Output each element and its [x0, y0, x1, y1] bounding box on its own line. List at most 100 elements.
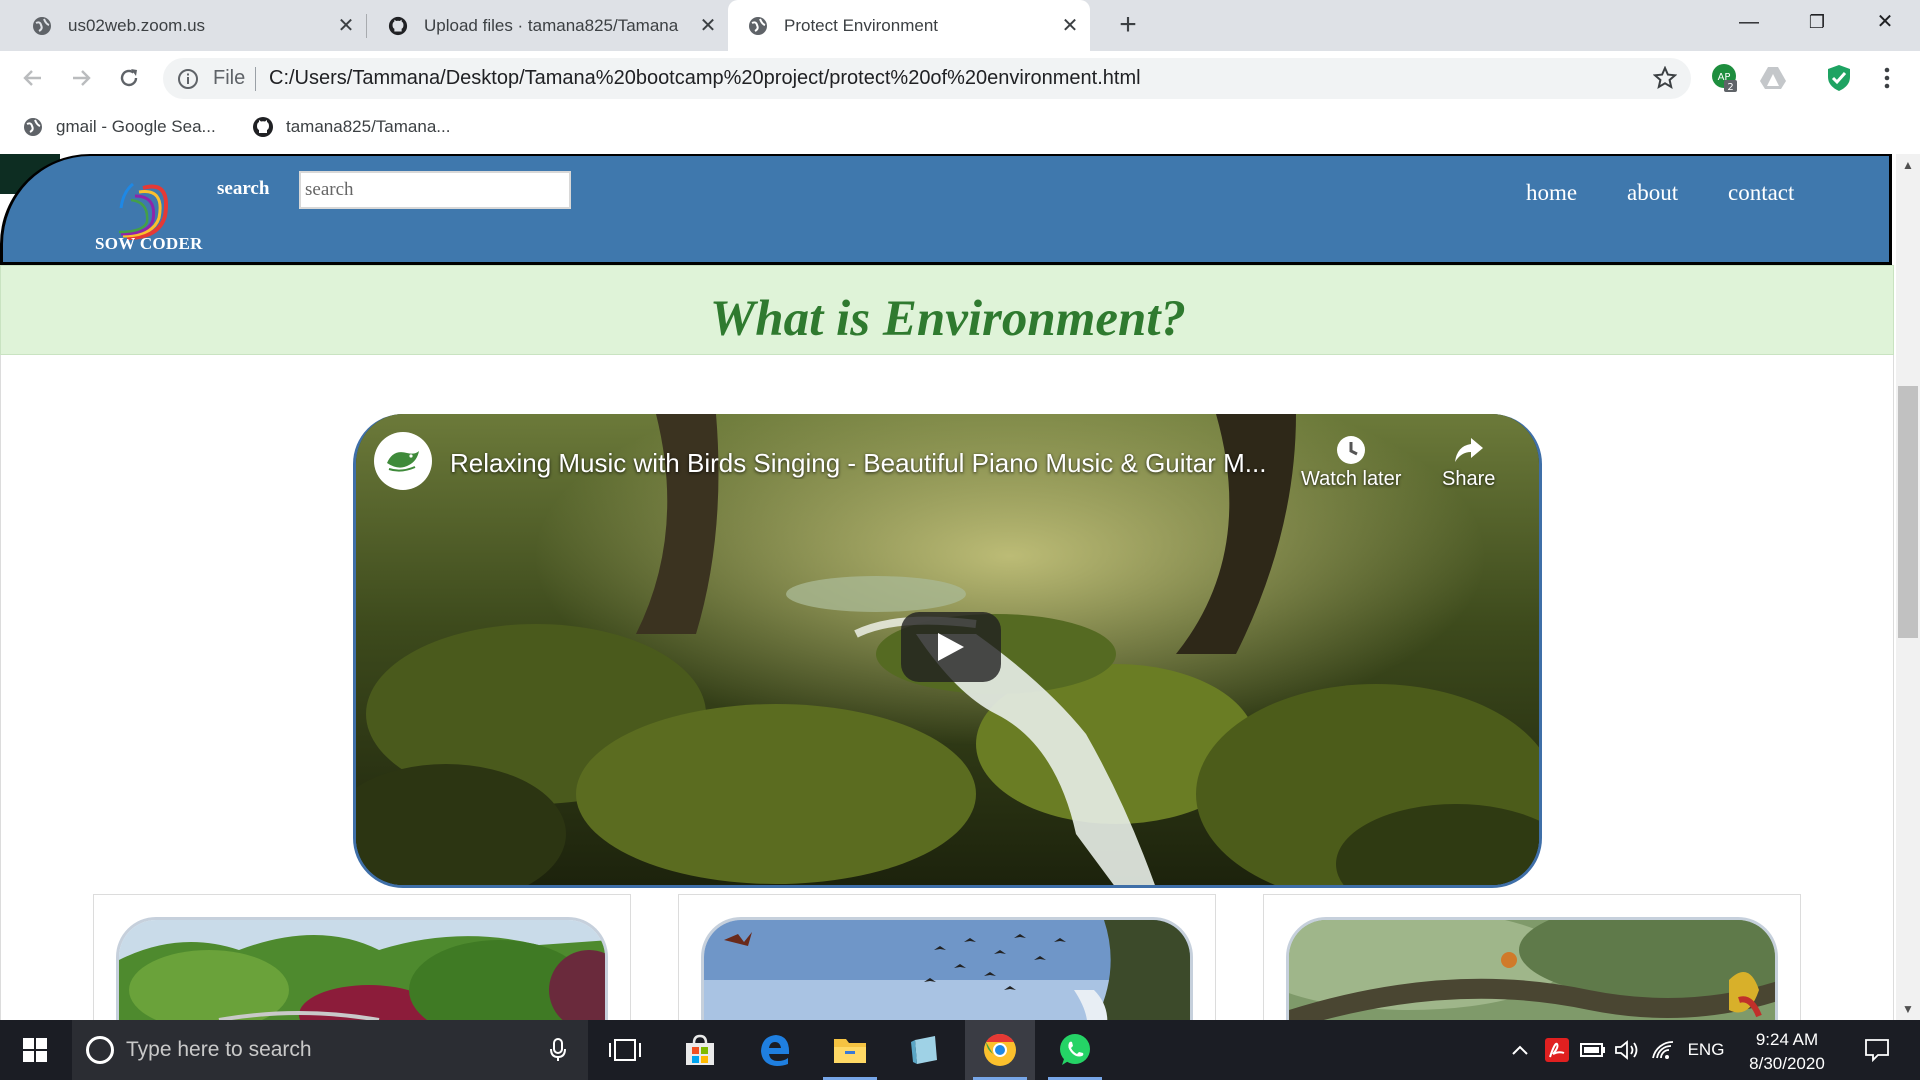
close-tab-icon[interactable]: ✕ — [332, 13, 360, 38]
microphone-icon[interactable] — [550, 1038, 566, 1067]
reload-button[interactable] — [112, 61, 146, 95]
tab-protect-environment[interactable]: Protect Environment ✕ — [728, 0, 1090, 51]
store-icon — [686, 1034, 714, 1065]
nav-contact-link[interactable]: contact — [1728, 180, 1794, 206]
extension-ap-button[interactable]: AP 2 — [1710, 63, 1740, 93]
whatsapp-icon — [1060, 1034, 1090, 1065]
speaker-icon — [1615, 1040, 1638, 1060]
browser-toolbar: File C:/Users/Tammana/Desktop/Tamana%20b… — [0, 51, 1920, 106]
content-border — [0, 355, 1, 1020]
garden-image — [116, 917, 608, 1020]
notification-icon — [1865, 1039, 1889, 1062]
forward-button[interactable] — [64, 61, 98, 95]
play-button[interactable] — [901, 612, 1001, 682]
channel-avatar[interactable] — [374, 432, 432, 490]
embedded-video[interactable]: Relaxing Music with Birds Singing - Beau… — [353, 414, 1542, 888]
shield-icon — [1828, 65, 1850, 91]
close-tab-icon[interactable]: ✕ — [1056, 13, 1084, 38]
nav-home-link[interactable]: home — [1526, 180, 1577, 206]
extension-shield-button[interactable] — [1824, 63, 1854, 93]
share-icon — [1442, 432, 1495, 468]
bookmark-star-icon[interactable] — [1652, 65, 1678, 95]
notes-app-button[interactable] — [890, 1020, 960, 1080]
acrobat-icon — [1545, 1038, 1569, 1062]
task-view-icon — [609, 1039, 641, 1061]
github-icon — [252, 116, 274, 138]
scrollbar-thumb[interactable] — [1898, 386, 1918, 638]
tab-divider — [366, 14, 367, 38]
whatsapp-button[interactable] — [1040, 1020, 1110, 1080]
battery-tray-button[interactable] — [1578, 1020, 1608, 1080]
tab-github-upload[interactable]: Upload files · tamana825/Tamana ✕ — [368, 0, 728, 51]
acrobat-tray-button[interactable] — [1542, 1020, 1572, 1080]
birds-image — [701, 917, 1193, 1020]
edge-icon — [761, 1035, 790, 1066]
nav-about-link[interactable]: about — [1627, 180, 1678, 206]
card-garden — [93, 894, 631, 1020]
tab-title: us02web.zoom.us — [68, 15, 206, 35]
scroll-up-arrow[interactable]: ▲ — [1898, 156, 1918, 174]
clock-time: 9:24 AM — [1755, 1030, 1819, 1049]
chrome-button[interactable] — [965, 1020, 1035, 1080]
kebab-menu-icon — [1884, 67, 1890, 89]
back-button[interactable] — [16, 61, 50, 95]
chrome-icon — [984, 1033, 1016, 1066]
chevron-up-icon — [1512, 1045, 1528, 1055]
file-explorer-button[interactable] — [815, 1020, 885, 1080]
site-header: SOW CODER search home about contact — [0, 154, 1892, 265]
tab-title: Upload files · tamana825/Tamana — [424, 15, 679, 35]
action-center-button[interactable] — [1852, 1020, 1902, 1080]
address-bar[interactable]: File C:/Users/Tammana/Desktop/Tamana%20b… — [163, 58, 1691, 99]
search-label: search — [217, 178, 270, 199]
logo-text: SOW CODER — [95, 234, 203, 253]
windows-logo-icon — [23, 1038, 47, 1062]
restore-button[interactable]: ❐ — [1782, 0, 1852, 44]
taskbar-search-box[interactable]: Type here to search — [72, 1020, 588, 1080]
extension-drive-button[interactable] — [1758, 63, 1788, 93]
minimize-button[interactable]: — — [1714, 0, 1784, 44]
taskbar-search-placeholder: Type here to search — [126, 1038, 312, 1061]
url-text[interactable]: C:/Users/Tammana/Desktop/Tamana%20bootca… — [269, 67, 1141, 90]
share-button[interactable]: Share — [1442, 432, 1495, 491]
bookmark-gmail[interactable]: gmail - Google Sea... — [22, 116, 216, 138]
content-border — [1893, 355, 1894, 1020]
video-title[interactable]: Relaxing Music with Birds Singing - Beau… — [450, 448, 1290, 479]
folder-icon — [834, 1039, 866, 1063]
show-hidden-icons-button[interactable] — [1508, 1020, 1532, 1080]
arrow-right-icon — [73, 70, 91, 86]
close-tab-icon[interactable]: ✕ — [694, 13, 722, 38]
info-icon[interactable] — [177, 68, 199, 95]
system-clock[interactable]: 9:24 AM 8/30/2020 — [1732, 1028, 1842, 1076]
start-button[interactable] — [0, 1020, 70, 1080]
edge-button[interactable] — [740, 1020, 810, 1080]
globe-icon — [32, 16, 52, 36]
wifi-icon — [1652, 1041, 1674, 1059]
new-tab-button[interactable]: + — [1110, 8, 1146, 44]
tab-zoom[interactable]: us02web.zoom.us ✕ — [0, 0, 366, 51]
wifi-tray-button[interactable] — [1648, 1020, 1678, 1080]
browser-menu-button[interactable] — [1872, 63, 1902, 93]
bird-icon — [387, 451, 419, 472]
bookmarks-bar: gmail - Google Sea... tamana825/Tamana..… — [0, 106, 1920, 155]
bookmark-github[interactable]: tamana825/Tamana... — [252, 116, 450, 138]
task-view-button[interactable] — [590, 1020, 660, 1080]
globe-icon — [22, 116, 44, 138]
scroll-down-arrow[interactable]: ▼ — [1898, 1000, 1918, 1018]
globe-icon — [748, 16, 768, 36]
extension-ap-icon: AP2 — [1712, 64, 1737, 93]
watch-later-button[interactable]: Watch later — [1301, 432, 1401, 491]
bookmark-label: tamana825/Tamana... — [286, 117, 451, 136]
svg-text:2: 2 — [1727, 82, 1733, 93]
notebook-icon — [911, 1036, 937, 1064]
share-label: Share — [1442, 468, 1496, 490]
scheme-label: File — [213, 67, 246, 89]
cortana-icon — [86, 1036, 114, 1064]
clock-icon — [1301, 432, 1401, 468]
input-language-button[interactable]: ENG — [1684, 1020, 1728, 1080]
divider — [255, 67, 256, 91]
close-window-button[interactable]: ✕ — [1850, 0, 1920, 44]
microsoft-store-button[interactable] — [665, 1020, 735, 1080]
tab-title: Protect Environment — [784, 15, 939, 35]
site-search-input[interactable] — [299, 171, 571, 209]
volume-tray-button[interactable] — [1612, 1020, 1642, 1080]
